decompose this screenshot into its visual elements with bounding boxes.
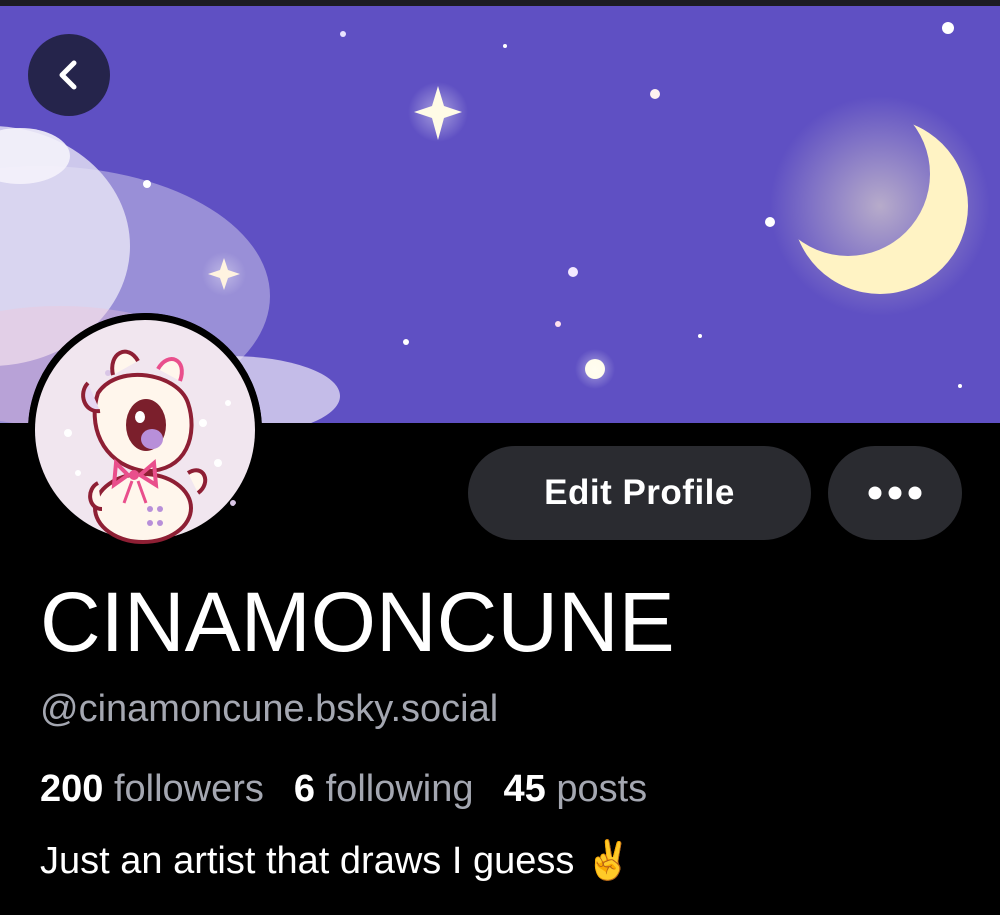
followers-count: 200 bbox=[40, 768, 104, 810]
profile-bio: Just an artist that draws I guess ✌️ bbox=[40, 840, 633, 882]
display-name: CINAMONCUNE bbox=[40, 575, 675, 669]
edit-profile-button[interactable]: Edit Profile bbox=[468, 446, 811, 540]
posts-count: 45 bbox=[503, 768, 546, 810]
following-count: 6 bbox=[293, 768, 316, 810]
following-link[interactable]: 6 following bbox=[294, 764, 474, 814]
avatar[interactable] bbox=[28, 313, 262, 547]
posts-count-group: 45 posts bbox=[504, 764, 648, 814]
followers-link[interactable]: 200 followers bbox=[40, 764, 264, 814]
following-label: following bbox=[325, 768, 474, 810]
avatar-image bbox=[28, 313, 262, 547]
profile-stats: 200 followers 6 following 45 posts bbox=[40, 764, 677, 814]
back-button[interactable] bbox=[28, 34, 110, 116]
followers-label: followers bbox=[113, 768, 264, 810]
profile-handle: @cinamoncune.bsky.social bbox=[40, 688, 499, 730]
ellipsis-icon bbox=[868, 486, 922, 500]
chevron-left-icon bbox=[59, 60, 77, 90]
posts-label: posts bbox=[556, 768, 648, 810]
more-options-button[interactable] bbox=[828, 446, 962, 540]
